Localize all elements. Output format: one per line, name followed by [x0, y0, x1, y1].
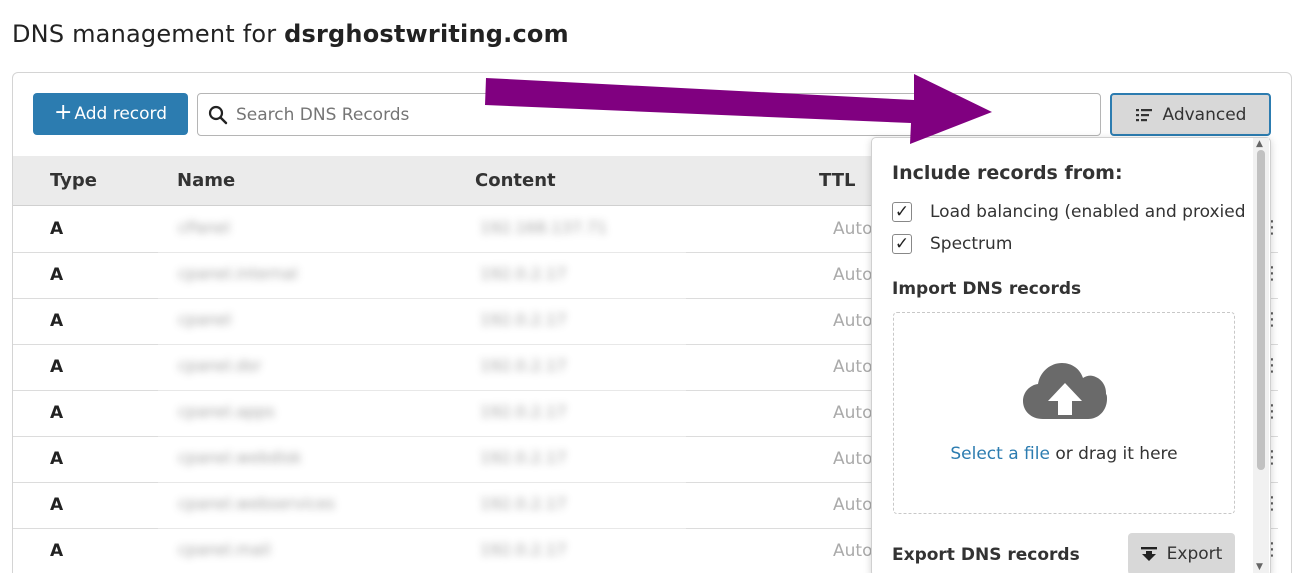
record-ttl: Auto: [833, 541, 873, 561]
record-type: A: [50, 495, 64, 515]
record-type: A: [50, 265, 64, 285]
load-balancing-checkbox[interactable]: ✓: [892, 202, 912, 222]
select-file-link[interactable]: Select a file: [950, 444, 1050, 464]
record-ttl: Auto: [833, 357, 873, 377]
scroll-down-icon[interactable]: ▼: [1256, 562, 1263, 572]
advanced-menu: Include records from: ✓ Load balancing (…: [871, 137, 1271, 573]
record-ttl: Auto: [833, 495, 873, 515]
record-type: A: [50, 357, 64, 377]
search-icon: [208, 105, 228, 124]
advanced-button[interactable]: Advanced: [1110, 93, 1271, 136]
spectrum-checkbox[interactable]: ✓: [892, 234, 912, 254]
record-type: A: [50, 403, 64, 423]
export-label: Export: [1166, 544, 1223, 564]
header-content[interactable]: Content: [475, 170, 556, 191]
record-type: A: [50, 449, 64, 469]
record-ttl: Auto: [833, 219, 873, 239]
export-button[interactable]: Export: [1128, 533, 1235, 573]
dropzone-text: Select a file or drag it here: [894, 444, 1234, 464]
scrollbar-thumb[interactable]: [1257, 150, 1265, 470]
redaction-overlay: [158, 207, 686, 573]
record-ttl: Auto: [833, 265, 873, 285]
page-title: DNS management for dsrghostwriting.com: [12, 20, 569, 48]
import-dropzone[interactable]: Select a file or drag it here: [893, 312, 1235, 514]
download-icon: [1140, 547, 1157, 561]
load-balancing-label: Load balancing (enabled and proxied: [930, 202, 1246, 222]
include-spectrum-option[interactable]: ✓ Spectrum: [892, 234, 1012, 254]
table-header: Type Name Content TTL: [13, 156, 871, 206]
record-type: A: [50, 311, 64, 331]
cloud-upload-icon: [1023, 363, 1107, 419]
page-title-prefix: DNS management for: [12, 20, 285, 48]
add-record-button[interactable]: + Add record: [33, 93, 188, 135]
advanced-label: Advanced: [1162, 104, 1247, 125]
menu-scrollbar[interactable]: ▲ ▼: [1253, 138, 1269, 573]
list-filter-icon: [1135, 108, 1152, 121]
search-box[interactable]: [197, 93, 1101, 136]
record-ttl: Auto: [833, 311, 873, 331]
record-type: A: [50, 219, 64, 239]
import-dns-heading: Import DNS records: [892, 279, 1082, 299]
domain-name: dsrghostwriting.com: [284, 20, 569, 48]
header-ttl[interactable]: TTL: [819, 170, 855, 191]
spectrum-label: Spectrum: [930, 234, 1013, 254]
export-dns-heading: Export DNS records: [892, 545, 1080, 565]
plus-icon: +: [53, 100, 73, 125]
include-records-heading: Include records from:: [892, 162, 1123, 184]
header-type[interactable]: Type: [50, 170, 97, 191]
search-input[interactable]: [236, 104, 1100, 125]
drag-here-text: or drag it here: [1049, 444, 1178, 464]
include-load-balancing-option[interactable]: ✓ Load balancing (enabled and proxied: [892, 202, 1246, 222]
header-name[interactable]: Name: [177, 170, 235, 191]
record-ttl: Auto: [833, 449, 873, 469]
record-ttl: Auto: [833, 403, 873, 423]
scroll-up-icon[interactable]: ▲: [1256, 139, 1263, 149]
add-record-label: Add record: [74, 104, 168, 124]
record-type: A: [50, 541, 64, 561]
